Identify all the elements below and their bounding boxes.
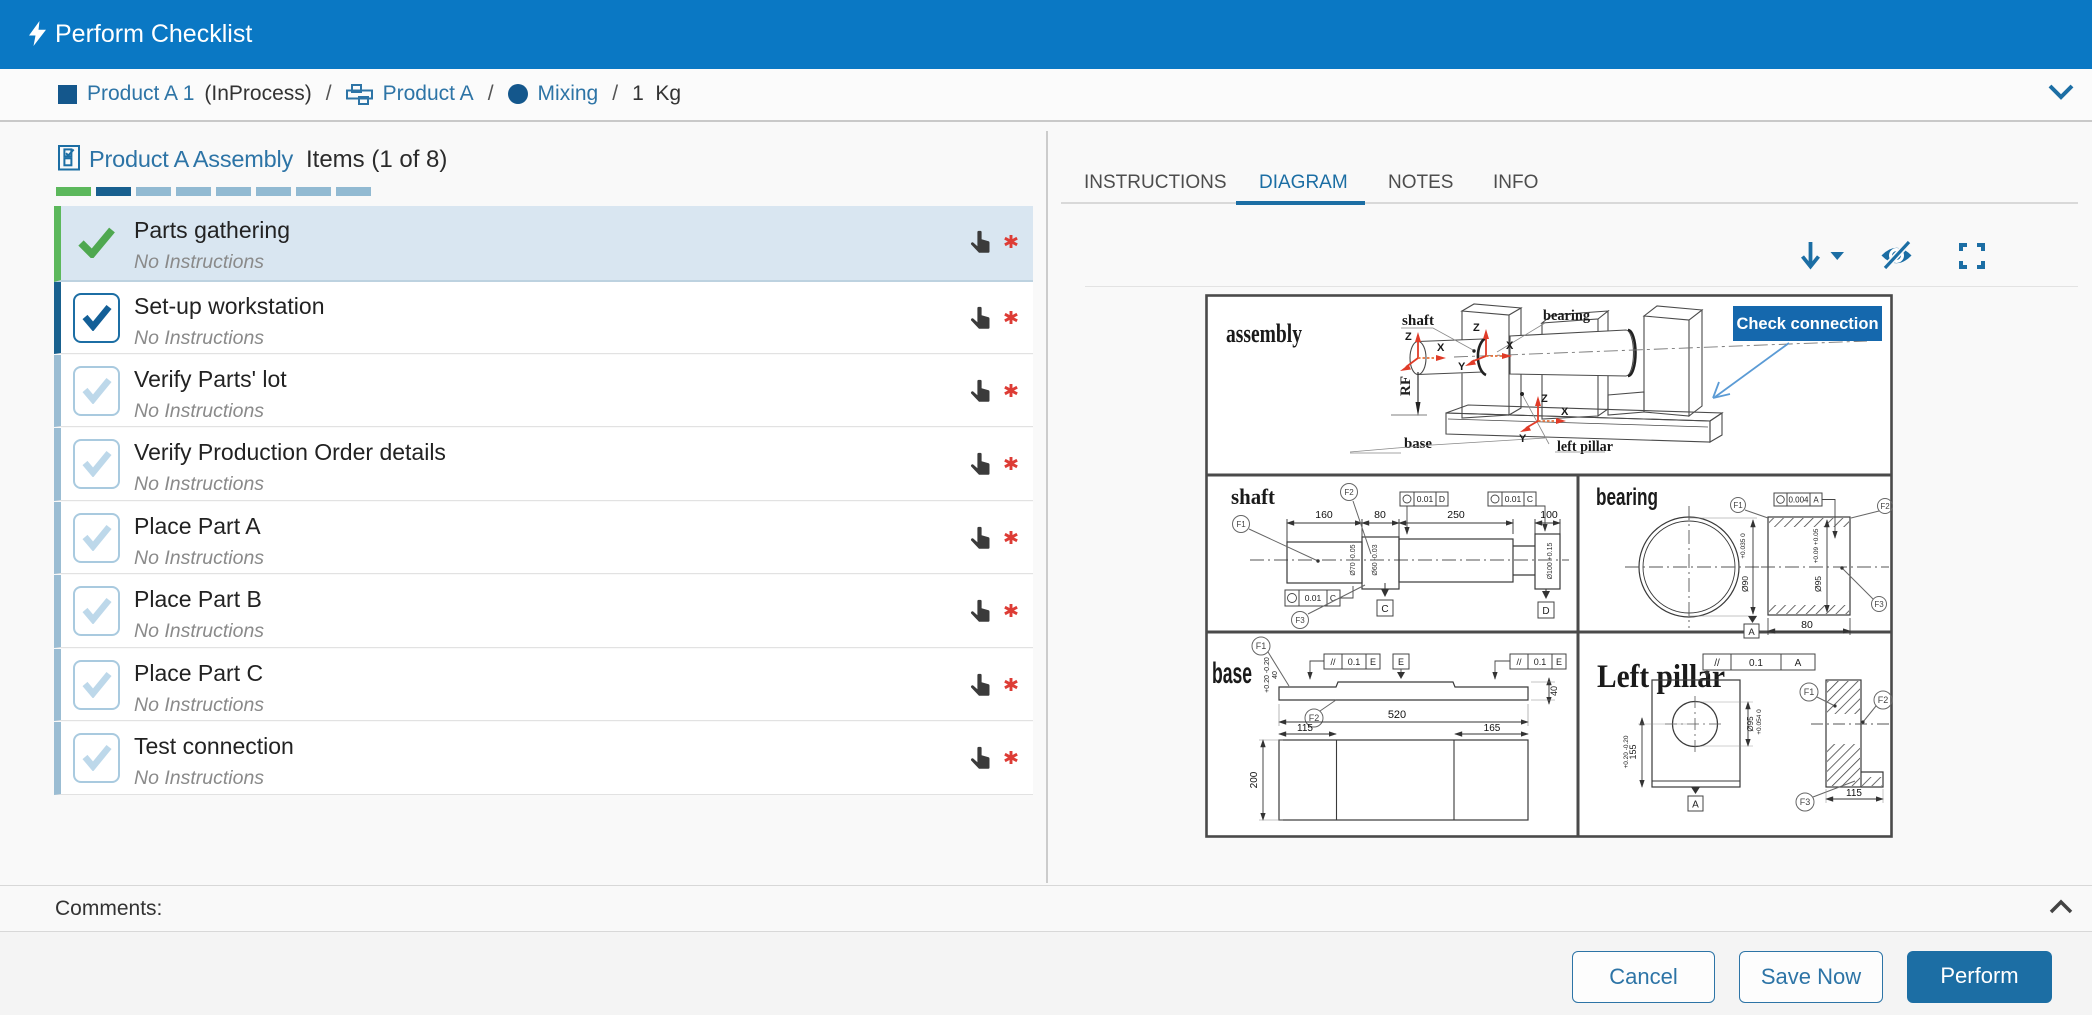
svg-text:Z: Z xyxy=(1541,393,1548,405)
svg-text:250: 250 xyxy=(1447,509,1465,521)
svg-text://: // xyxy=(1330,657,1336,667)
svg-text:X: X xyxy=(1437,342,1445,354)
svg-text:D: D xyxy=(1439,494,1445,504)
svg-text:165: 165 xyxy=(1484,723,1501,734)
svg-text:X: X xyxy=(1506,340,1514,352)
svg-text:Ø90: Ø90 xyxy=(1740,576,1750,592)
svg-text:E: E xyxy=(1398,657,1404,667)
svg-text:D: D xyxy=(1542,606,1549,617)
svg-text:Check connection: Check connection xyxy=(1736,315,1878,333)
svg-text:RF: RF xyxy=(1398,376,1414,396)
svg-text:40: 40 xyxy=(1272,671,1279,679)
svg-text:left pillar: left pillar xyxy=(1557,439,1613,455)
svg-text:F3: F3 xyxy=(1800,797,1811,807)
svg-text:F2: F2 xyxy=(1880,502,1890,511)
svg-text:X: X xyxy=(1561,406,1569,418)
svg-text:0.1: 0.1 xyxy=(1534,657,1547,667)
svg-text:Y: Y xyxy=(1519,433,1527,445)
svg-text:Ø70 -0.05: Ø70 -0.05 xyxy=(1350,544,1357,575)
svg-text:C: C xyxy=(1527,494,1533,504)
svg-text:+0.054 0: +0.054 0 xyxy=(1756,709,1763,735)
svg-text:0.1: 0.1 xyxy=(1749,658,1763,669)
svg-text:Ø95: Ø95 xyxy=(1746,716,1755,732)
svg-text:0.004: 0.004 xyxy=(1788,496,1809,505)
svg-text:Ø95: Ø95 xyxy=(1813,576,1823,592)
svg-text:Ø100 +0.15: Ø100 +0.15 xyxy=(1547,543,1554,580)
svg-text:A: A xyxy=(1795,658,1802,669)
svg-text:F3: F3 xyxy=(1295,616,1305,625)
svg-text:F1: F1 xyxy=(1733,501,1743,510)
svg-text:160: 160 xyxy=(1315,509,1333,521)
svg-text:bearing: bearing xyxy=(1596,484,1658,511)
svg-text:F2: F2 xyxy=(1878,695,1889,705)
svg-text:+0.20 -0.20: +0.20 -0.20 xyxy=(1623,735,1630,768)
svg-text:100: 100 xyxy=(1540,509,1558,521)
svg-text://: // xyxy=(1714,658,1720,669)
svg-text:assembly: assembly xyxy=(1226,319,1302,348)
svg-text:F2: F2 xyxy=(1344,488,1354,497)
svg-text:F2: F2 xyxy=(1309,713,1320,723)
svg-text:Z: Z xyxy=(1405,331,1412,343)
svg-text:F1: F1 xyxy=(1804,687,1815,697)
svg-text:E: E xyxy=(1370,657,1376,667)
svg-text:C: C xyxy=(1381,604,1388,615)
svg-text:40: 40 xyxy=(1549,686,1559,696)
svg-text:base: base xyxy=(1404,436,1432,452)
svg-text:+0.035 0: +0.035 0 xyxy=(1740,533,1747,559)
svg-text:A: A xyxy=(1748,627,1755,638)
svg-text:F1: F1 xyxy=(1256,641,1267,651)
svg-text:0.01: 0.01 xyxy=(1417,494,1434,504)
svg-text:115: 115 xyxy=(1297,723,1313,734)
svg-text:+0.20 -0.20: +0.20 -0.20 xyxy=(1264,657,1271,693)
svg-text:bearing: bearing xyxy=(1543,308,1590,324)
svg-text:shaft: shaft xyxy=(1402,313,1434,329)
svg-text:Z: Z xyxy=(1473,322,1480,334)
svg-text:A: A xyxy=(1692,800,1699,811)
svg-text:200: 200 xyxy=(1249,771,1260,788)
svg-text:80: 80 xyxy=(1374,509,1386,521)
svg-text:shaft: shaft xyxy=(1231,484,1276,509)
svg-text:F1: F1 xyxy=(1236,520,1246,529)
svg-text:Y: Y xyxy=(1458,361,1466,373)
svg-text:F3: F3 xyxy=(1874,600,1884,609)
svg-text:base: base xyxy=(1212,657,1252,690)
svg-text:520: 520 xyxy=(1388,709,1406,721)
svg-text:+0.09 +0.05: +0.09 +0.05 xyxy=(1813,528,1820,563)
svg-text:0.01: 0.01 xyxy=(1505,494,1522,504)
svg-text:0.01: 0.01 xyxy=(1305,593,1322,603)
svg-text://: // xyxy=(1516,657,1522,667)
svg-text:A: A xyxy=(1813,496,1819,505)
svg-text:115: 115 xyxy=(1846,788,1862,799)
svg-text:Ø60 -0.03: Ø60 -0.03 xyxy=(1372,544,1379,575)
svg-text:80: 80 xyxy=(1801,619,1813,631)
svg-text:E: E xyxy=(1556,657,1562,667)
svg-text:0.1: 0.1 xyxy=(1348,657,1361,667)
